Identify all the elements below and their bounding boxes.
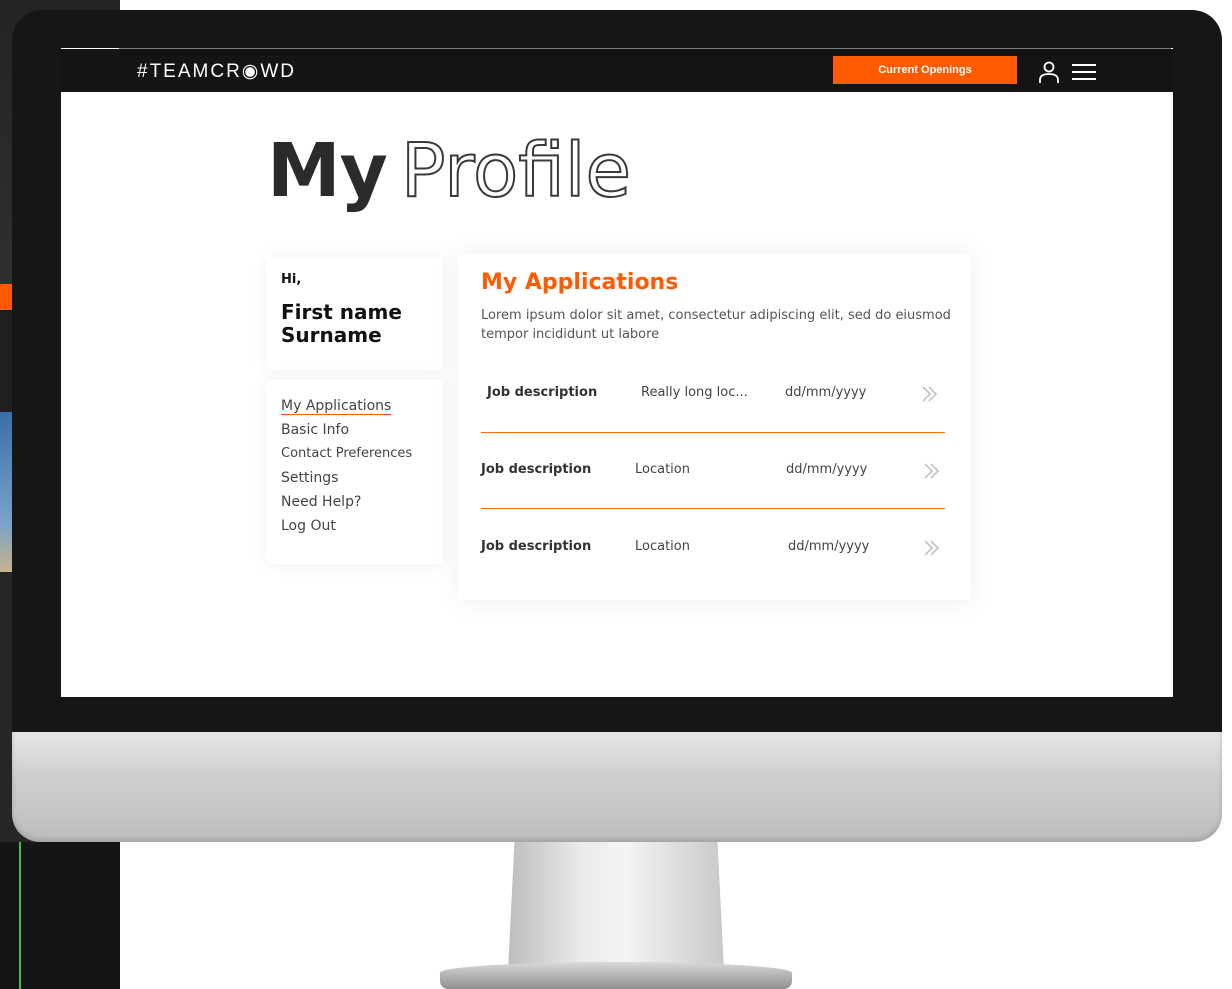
application-job: Job description — [481, 462, 592, 477]
row-divider — [481, 508, 945, 509]
user-surname: Surname — [281, 323, 382, 347]
double-chevron-right-icon[interactable] — [919, 383, 941, 405]
monitor-stand-base — [440, 962, 792, 989]
user-first-name: First name — [281, 300, 402, 324]
greeting-text: Hi, — [281, 272, 302, 287]
application-row[interactable]: Job description Really long loc... dd/mm… — [481, 378, 945, 408]
applications-description: Lorem ipsum dolor sit amet, consectetur … — [481, 308, 951, 342]
monitor-chin — [12, 732, 1222, 842]
navbar: #TEAMCR◉WD Current Openings — [61, 49, 1173, 92]
background-segment — [0, 842, 120, 989]
row-divider — [481, 432, 945, 433]
application-job: Job description — [487, 385, 598, 400]
application-date: dd/mm/yyyy — [785, 385, 867, 400]
user-full-name: First name Surname — [281, 301, 443, 347]
monitor-stand-neck — [508, 842, 724, 970]
current-openings-button[interactable]: Current Openings — [833, 56, 1017, 84]
application-date: dd/mm/yyyy — [786, 462, 868, 477]
application-location: Location — [635, 462, 690, 477]
application-location: Location — [635, 539, 690, 554]
greeting-card: Hi, First name Surname — [267, 258, 443, 370]
profile-menu: My Applications Basic Info Contact Prefe… — [267, 380, 443, 564]
menu-item-my-applications[interactable]: My Applications — [281, 394, 443, 418]
double-chevron-right-icon[interactable] — [921, 537, 943, 559]
page-title-bold: My — [267, 128, 388, 214]
hamburger-menu-icon[interactable] — [1071, 63, 1097, 81]
application-row[interactable]: Job description Location dd/mm/yyyy — [481, 455, 945, 485]
page-title: My Profile — [267, 133, 632, 209]
application-location: Really long loc... — [641, 385, 748, 400]
background-line — [19, 842, 21, 989]
application-date: dd/mm/yyyy — [788, 539, 870, 554]
brand-logo[interactable]: #TEAMCR◉WD — [137, 60, 296, 83]
menu-item-settings[interactable]: Settings — [281, 466, 443, 490]
menu-item-contact-preferences[interactable]: Contact Preferences — [281, 442, 443, 466]
menu-item-log-out[interactable]: Log Out — [281, 514, 443, 538]
monitor-screen: #TEAMCR◉WD Current Openings My Profile Hi… — [61, 48, 1173, 697]
application-row[interactable]: Job description Location dd/mm/yyyy — [481, 532, 945, 562]
menu-item-basic-info[interactable]: Basic Info — [281, 418, 443, 442]
user-icon[interactable] — [1037, 60, 1061, 84]
double-chevron-right-icon[interactable] — [921, 460, 943, 482]
applications-title: My Applications — [481, 270, 679, 295]
menu-item-need-help[interactable]: Need Help? — [281, 490, 443, 514]
application-job: Job description — [481, 539, 592, 554]
applications-card: My Applications Lorem ipsum dolor sit am… — [459, 254, 971, 600]
page-title-outline: Profile — [400, 128, 632, 214]
